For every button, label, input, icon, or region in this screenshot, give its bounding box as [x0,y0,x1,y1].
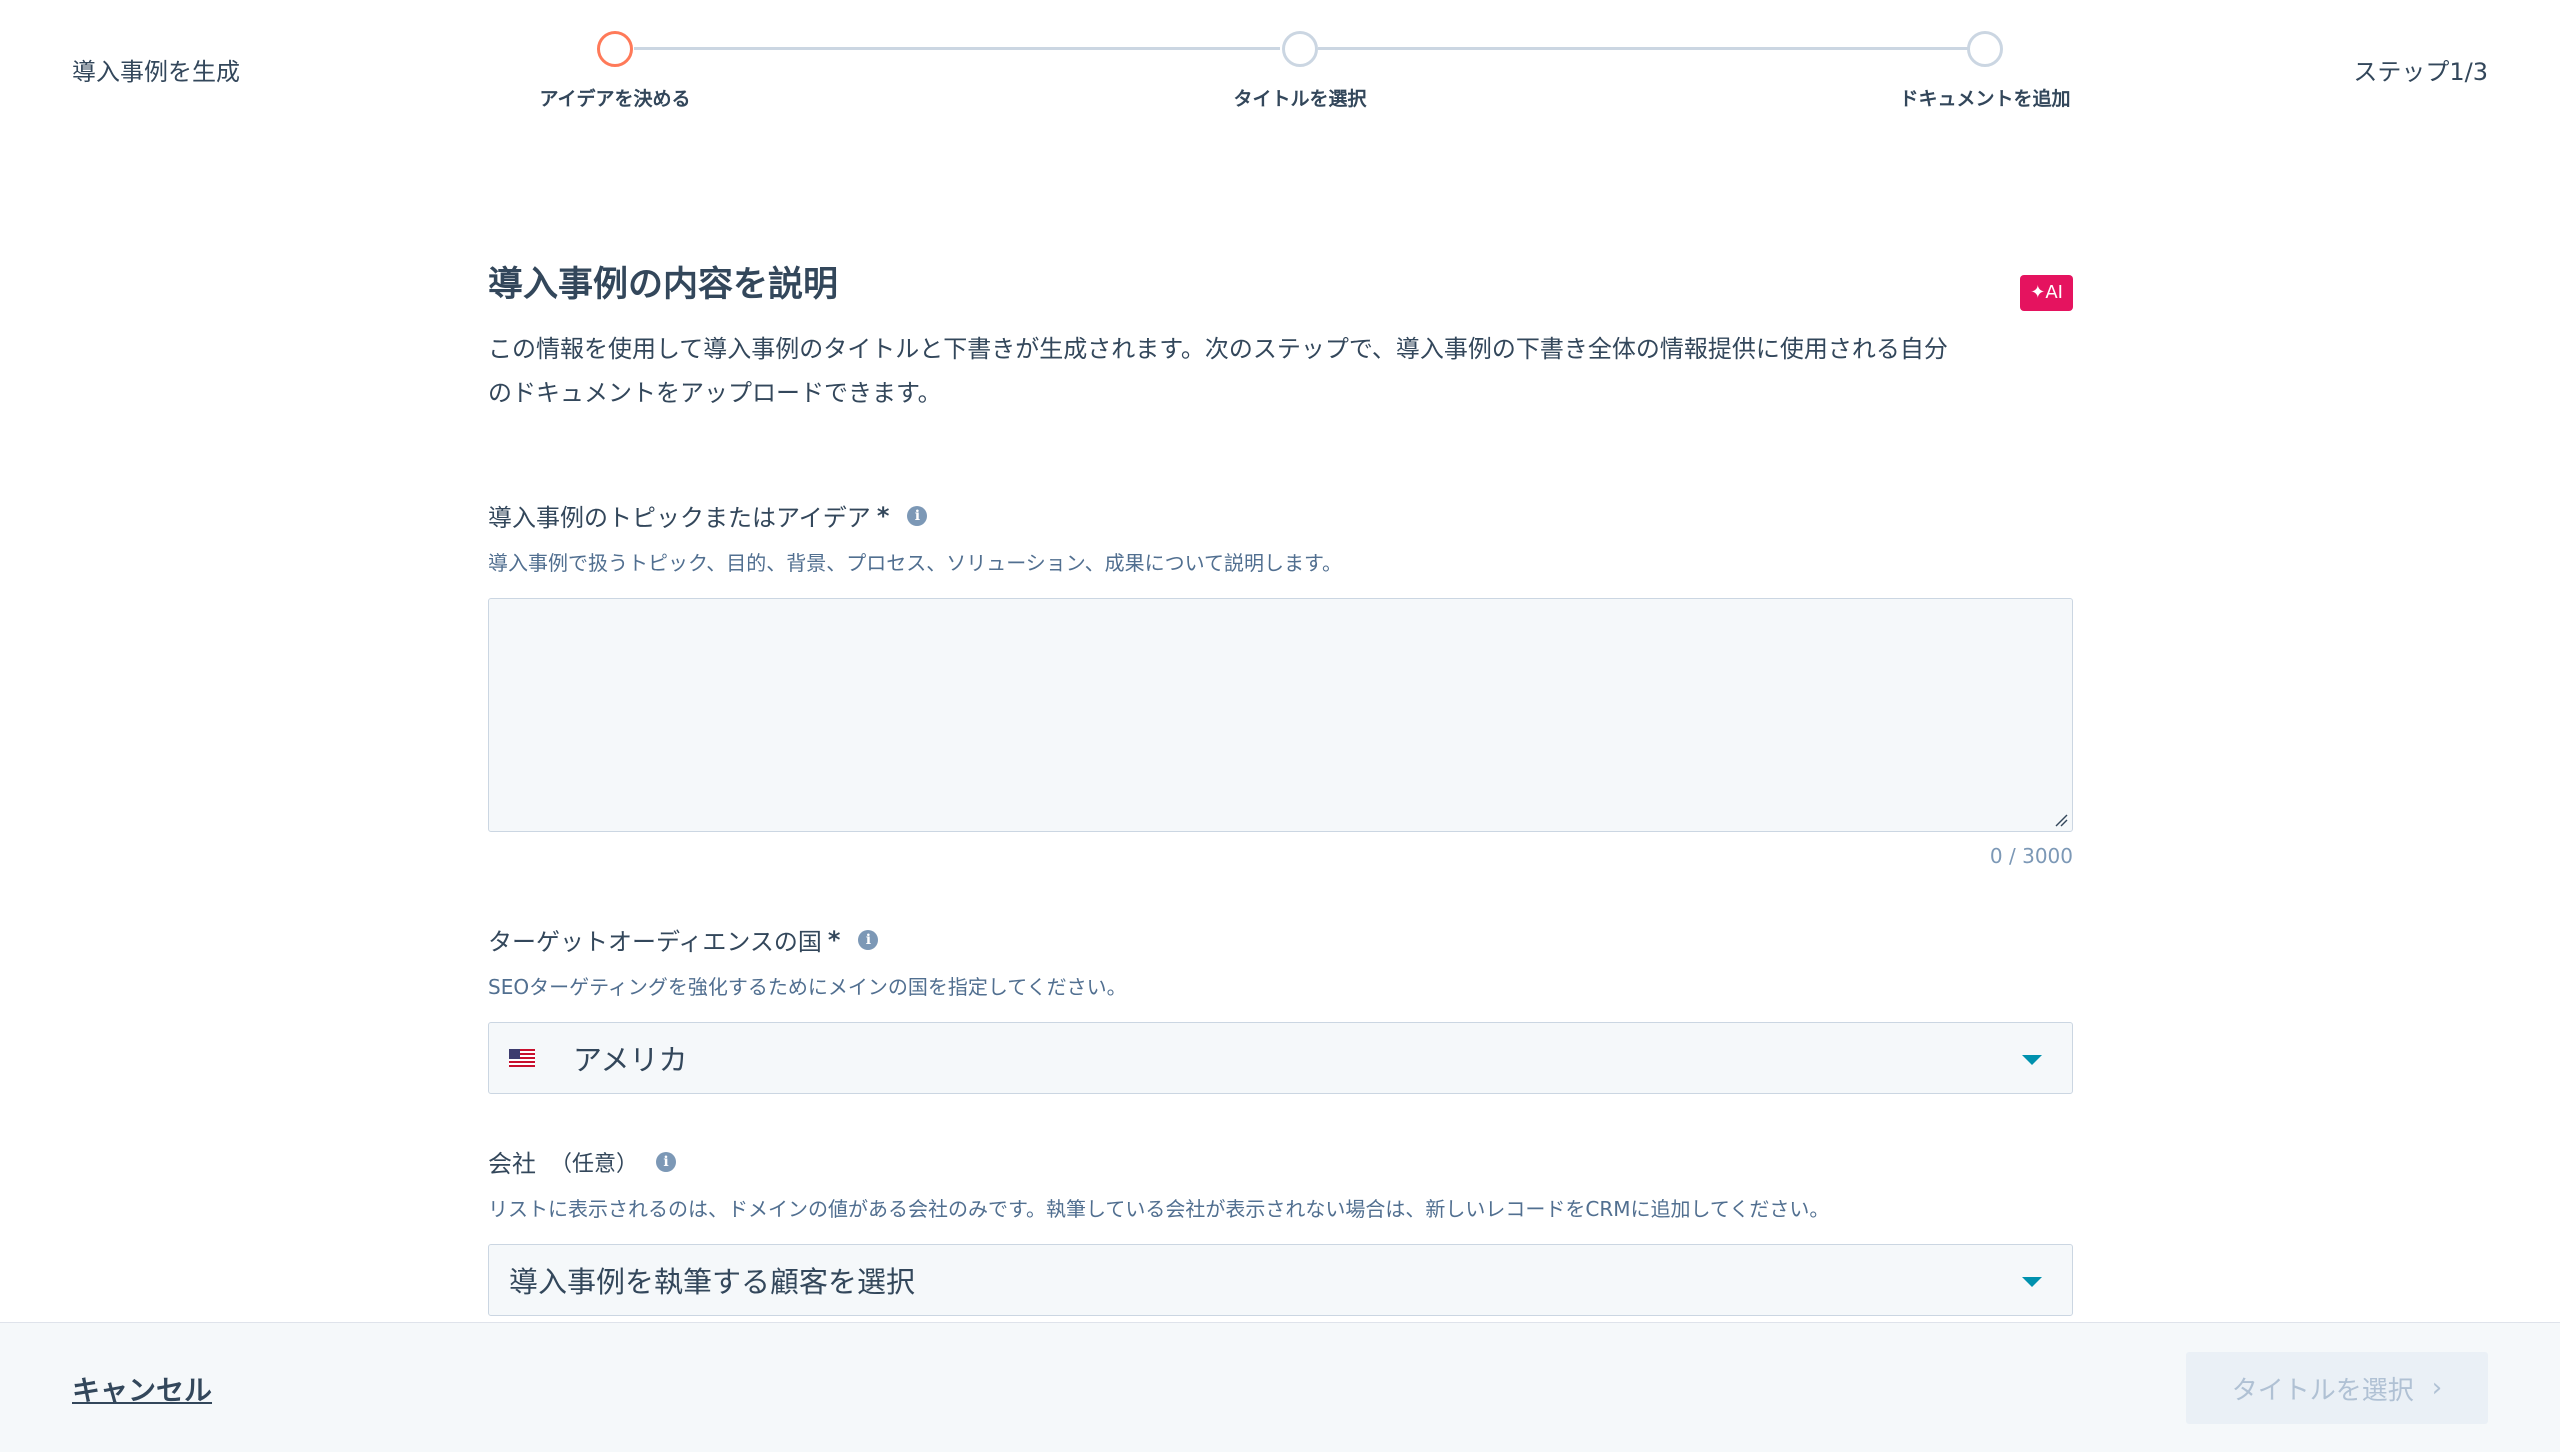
ai-badge: ✦AI [2020,275,2073,311]
topic-field-help: 導入事例で扱うトピック、目的、背景、プロセス、ソリューション、成果について説明し… [488,551,1342,575]
header: 導入事例を生成 アイデアを決める タイトルを選択 ドキュメントを追加 ステップ1… [0,0,2560,140]
topic-textarea[interactable] [488,598,2073,832]
stepper-line [1318,47,1968,50]
char-counter: 0 / 3000 [1989,844,2073,868]
step-counter: ステップ1/3 [2353,58,2488,86]
step-2-label: タイトルを選択 [1233,88,1367,110]
company-field: 会社 （任意） i リストに表示されるのは、ドメインの値がある会社のみです。執筆… [488,1144,2073,1316]
step-1-indicator [597,31,633,67]
chevron-right-icon: › [2431,1373,2443,1403]
topic-field: 導入事例のトピックまたはアイデア * i 導入事例で扱うトピック、目的、背景、プ… [488,498,2073,868]
step-2-indicator [1282,31,1318,67]
us-flag-icon [509,1049,535,1067]
progress-stepper: アイデアを決める タイトルを選択 ドキュメントを追加 [0,0,2560,140]
required-mark: * [827,925,841,954]
chevron-down-icon [2022,1055,2042,1065]
section-title: 導入事例の内容を説明 [488,265,839,305]
country-select-value: アメリカ [573,1043,688,1077]
country-select[interactable]: アメリカ [488,1022,2073,1094]
resize-grip-icon[interactable] [2054,813,2068,827]
optional-mark: （任意） [550,1151,639,1177]
main-content: 導入事例の内容を説明 ✦AI この情報を使用して導入事例のタイトルと下書きが生成… [488,240,2073,1316]
company-select-placeholder: 導入事例を執筆する顧客を選択 [509,1265,916,1299]
section-header: 導入事例の内容を説明 ✦AI この情報を使用して導入事例のタイトルと下書きが生成… [488,256,2073,415]
step-3-label: ドキュメントを追加 [1899,88,2071,110]
company-label-text: 会社 [488,1150,536,1178]
section-description-line: この情報を使用して導入事例のタイトルと下書きが生成されます。次のステップで、導入… [488,335,1948,363]
country-field-help: SEOターゲティングを強化するためにメインの国を指定してください。 [488,975,1127,999]
topic-label-text: 導入事例のトピックまたはアイデア [488,504,871,532]
country-field: ターゲットオーディエンスの国 * i SEOターゲティングを強化するためにメイン… [488,922,2073,1094]
country-field-label: ターゲットオーディエンスの国 * i [488,922,2073,957]
cancel-button[interactable]: キャンセル [72,1369,212,1409]
chevron-down-icon [2022,1277,2042,1287]
step-1-label: アイデアを決める [539,88,691,110]
next-step-label: タイトルを選択 [2231,1375,2414,1406]
info-icon[interactable]: i [858,929,879,950]
required-mark: * [876,501,890,530]
stepper-line [634,47,1280,50]
next-step-button[interactable]: タイトルを選択 › [2186,1352,2488,1424]
company-field-help: リストに表示されるのは、ドメインの値がある会社のみです。執筆している会社が表示さ… [488,1197,1830,1221]
info-icon[interactable]: i [656,1151,677,1172]
country-label-text: ターゲットオーディエンスの国 [488,928,822,956]
section-description: この情報を使用して導入事例のタイトルと下書きが生成されます。次のステップで、導入… [488,327,2028,415]
step-3-indicator [1967,31,2003,67]
topic-field-label: 導入事例のトピックまたはアイデア * i [488,498,2073,533]
info-icon[interactable]: i [907,505,928,526]
footer-bar: キャンセル タイトルを選択 › [0,1322,2560,1452]
company-field-label: 会社 （任意） i [488,1144,2073,1179]
company-select[interactable]: 導入事例を執筆する顧客を選択 [488,1244,2073,1316]
section-description-line: のドキュメントをアップロードできます。 [488,379,942,407]
